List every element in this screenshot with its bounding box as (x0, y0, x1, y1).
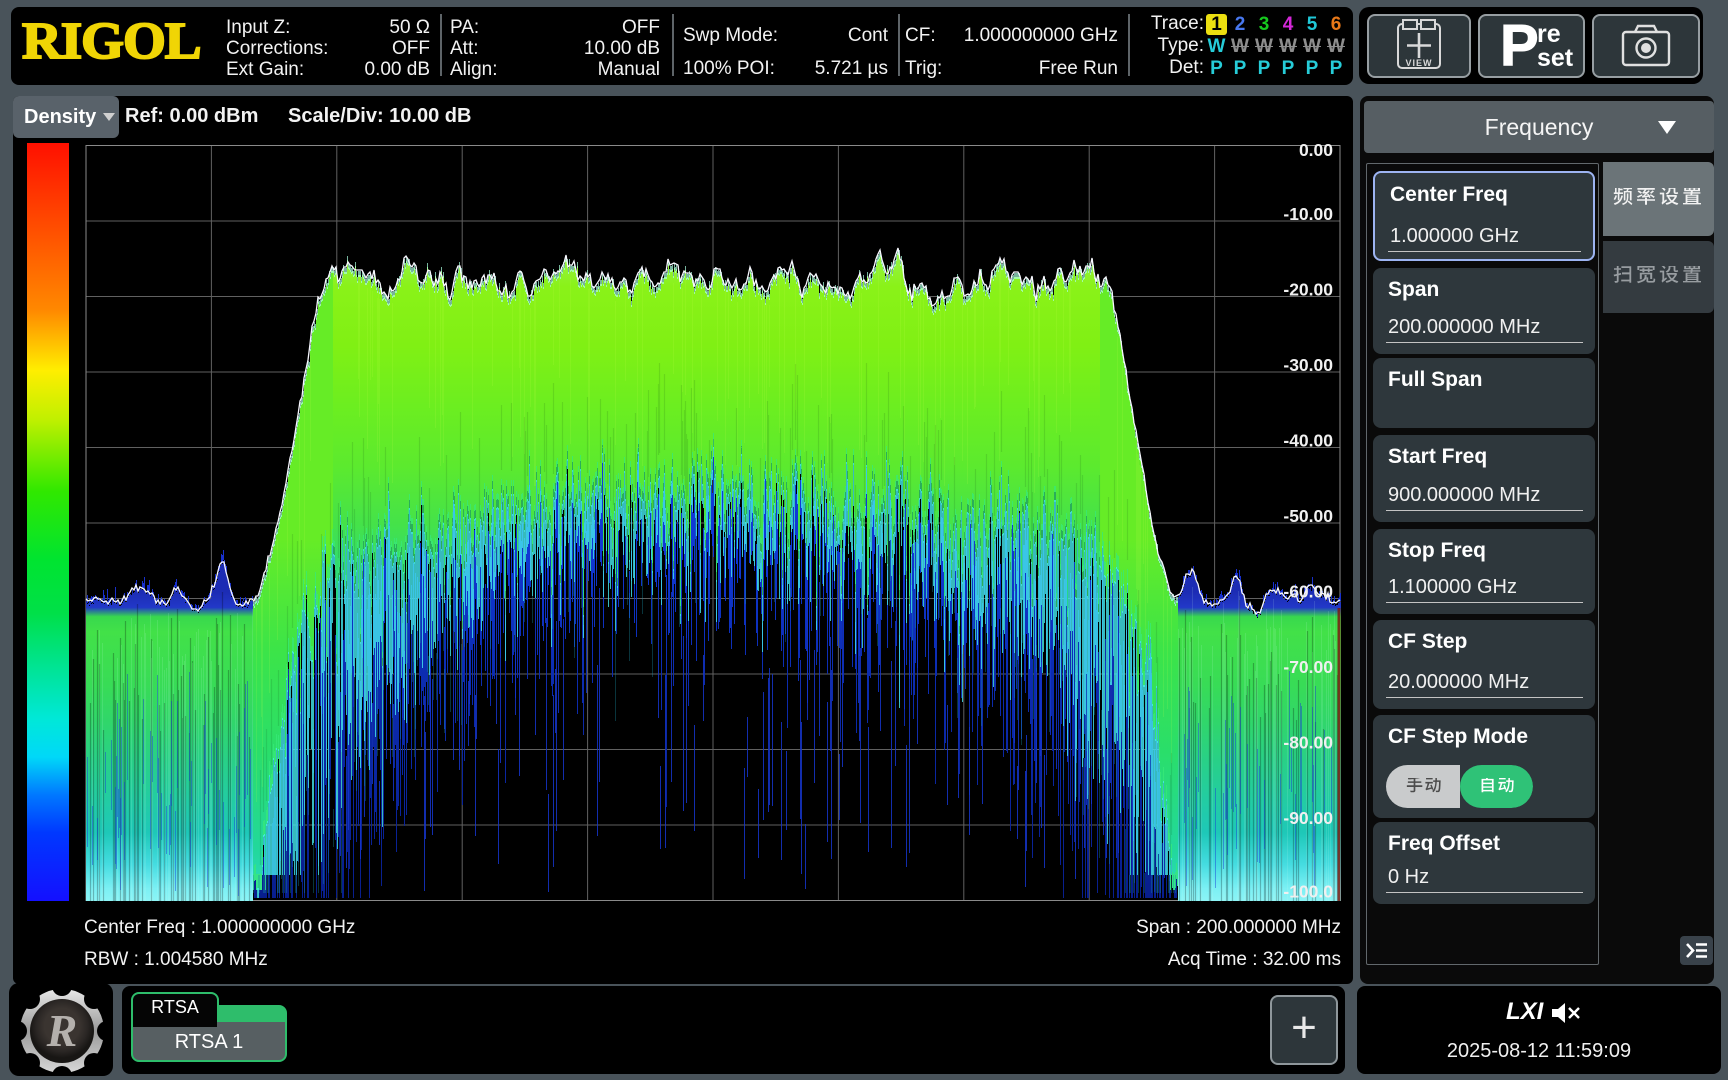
svg-text:-100.0: -100.0 (1283, 882, 1333, 902)
svg-text:-20.00: -20.00 (1283, 280, 1333, 300)
svg-text:-30.00: -30.00 (1283, 355, 1333, 375)
svg-text:-80.00: -80.00 (1283, 733, 1333, 753)
svg-text:-70.00: -70.00 (1283, 657, 1333, 677)
svg-text:0.00: 0.00 (1299, 140, 1333, 160)
svg-text:-10.00: -10.00 (1283, 204, 1333, 224)
svg-text:R: R (46, 1005, 78, 1056)
svg-text:-90.00: -90.00 (1283, 808, 1333, 828)
svg-text:-60.00: -60.00 (1283, 582, 1333, 602)
svg-text:-50.00: -50.00 (1283, 506, 1333, 526)
svg-text:-40.00: -40.00 (1283, 431, 1333, 451)
